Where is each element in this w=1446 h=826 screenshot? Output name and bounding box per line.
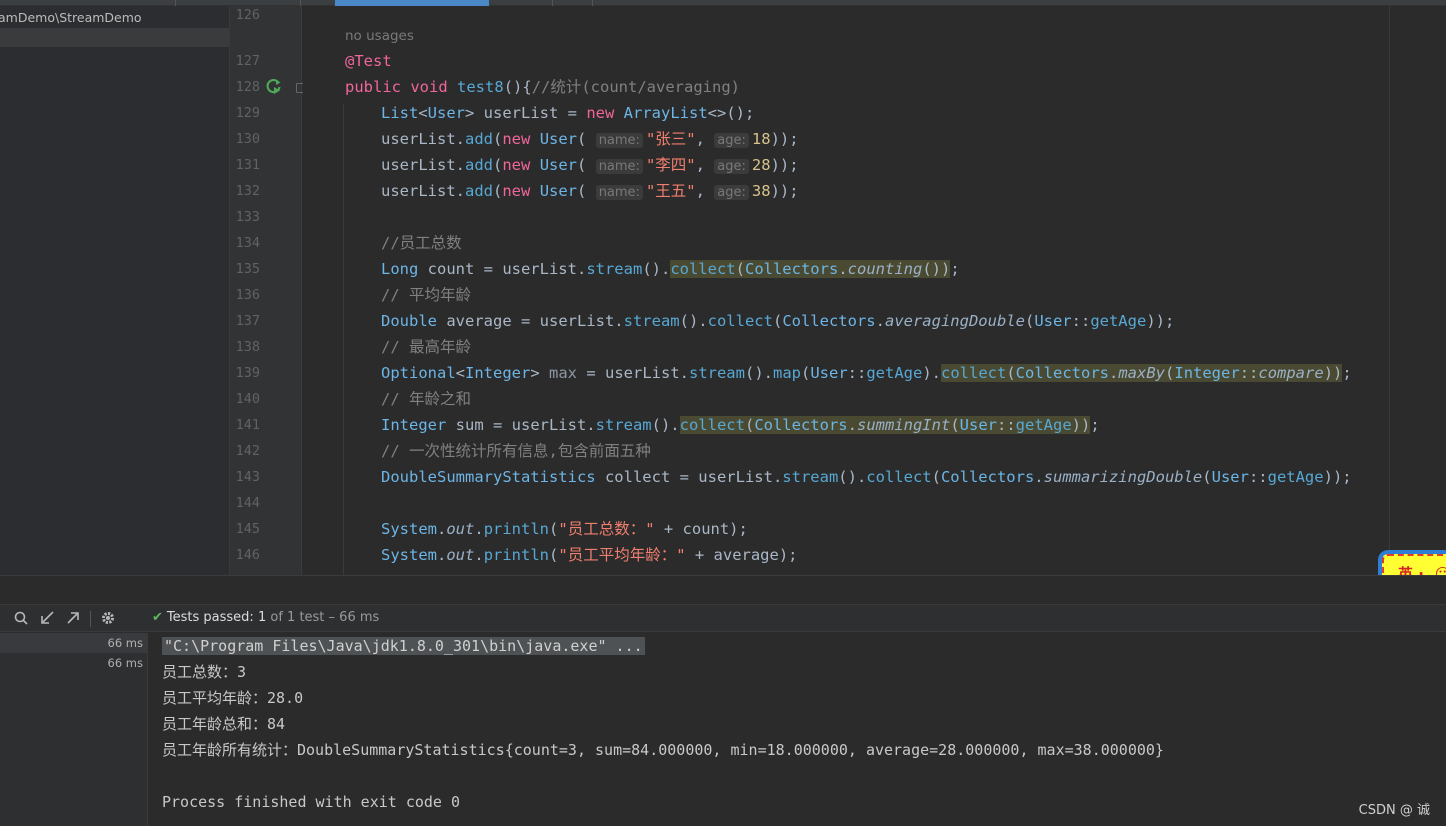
code-line-146: System.out.println("员工平均年龄：" + average);	[381, 546, 798, 564]
test-tree-row[interactable]: 66 ms	[0, 653, 147, 673]
right-margin-guide	[1389, 6, 1390, 575]
project-panel: amDemo\StreamDemo	[0, 6, 230, 575]
test-duration: 66 ms	[107, 636, 143, 650]
code-line-129: List<User> userList = new ArrayList<>();	[381, 104, 755, 122]
code-line-131: userList.add(new User( name: "李四", age: 28…	[381, 156, 799, 174]
code-editor[interactable]: no usages @Test public void test8(){//统计…	[303, 6, 1446, 575]
line-number[interactable]: 143	[230, 469, 260, 485]
code-line-136: // 平均年龄	[381, 286, 471, 304]
test-tree-row[interactable]: 66 ms	[0, 633, 147, 653]
param-hint-age: age:	[714, 133, 749, 148]
line-number[interactable]: 138	[230, 339, 260, 355]
code-line-145: System.out.println("员工总数：" + count);	[381, 520, 748, 538]
code-line-134: //员工总数	[381, 234, 462, 252]
code-line-132: userList.add(new User( name: "王五", age: 38…	[381, 182, 799, 200]
run-tool-window: ✔ Tests passed: 1 of 1 test – 66 ms 66 ms…	[0, 575, 1446, 826]
code-line-143: DoubleSummaryStatistics collect = userLi…	[381, 468, 1352, 486]
line-number[interactable]: 129	[230, 105, 260, 121]
line-number[interactable]: 136	[230, 287, 260, 303]
gear-icon[interactable]	[99, 610, 117, 628]
line-number[interactable]: 130	[230, 131, 260, 147]
line-number[interactable]: 132	[230, 183, 260, 199]
console-line: Process finished with exit code 0	[162, 793, 461, 811]
line-number[interactable]: 146	[230, 547, 260, 563]
import-tests-icon[interactable]	[38, 610, 56, 628]
line-number[interactable]: 140	[230, 391, 260, 407]
project-selected-row[interactable]	[0, 28, 229, 47]
console-line: 员工总数：3	[162, 663, 247, 681]
code-line-130: userList.add(new User( name: "张三", age: 18…	[381, 130, 799, 148]
search-icon[interactable]	[12, 610, 30, 628]
param-hint-name: name:	[595, 159, 643, 174]
code-line-141: Integer sum = userList.stream().collect(…	[381, 416, 1100, 434]
line-number[interactable]: 126	[230, 7, 260, 23]
code-line-135: Long count = userList.stream().collect(C…	[381, 260, 960, 278]
code-line-137: Double average = userList.stream().colle…	[381, 312, 1175, 330]
test-results-tree: 66 ms 66 ms	[0, 633, 148, 826]
line-number[interactable]: 134	[230, 235, 260, 251]
code-line-140: // 年龄之和	[381, 390, 471, 408]
line-number[interactable]: 144	[230, 495, 260, 511]
test-status: ✔ Tests passed: 1 of 1 test – 66 ms	[152, 610, 380, 625]
console-line: "C:\Program Files\Java\jdk1.8.0_301\bin\…	[162, 637, 645, 655]
run-test-icon[interactable]	[265, 78, 283, 96]
param-hint-age: age:	[714, 159, 749, 174]
line-number[interactable]: 133	[230, 209, 260, 225]
toolbar-separator	[90, 611, 91, 627]
line-number[interactable]: 137	[230, 313, 260, 329]
line-number[interactable]: 131	[230, 157, 260, 173]
indent-guide	[343, 104, 344, 575]
code-line-128: public void test8(){//统计(count/averaging…	[345, 78, 740, 96]
editor-gutter: 126 127 128 129 130 131 132 133 134 135 136 137 138 1…	[230, 6, 305, 575]
line-number[interactable]: 141	[230, 417, 260, 433]
line-number[interactable]: 127	[230, 53, 260, 69]
check-icon: ✔	[152, 610, 163, 625]
param-hint-name: name:	[595, 185, 643, 200]
line-number[interactable]: 128	[230, 79, 260, 95]
console-output[interactable]: "C:\Program Files\Java\jdk1.8.0_301\bin\…	[162, 633, 1442, 826]
test-duration: 66 ms	[107, 656, 143, 670]
console-line: 员工年龄所有统计：DoubleSummaryStatistics{count=3…	[162, 741, 1164, 759]
param-hint-age: age:	[714, 185, 749, 200]
console-line: 员工平均年龄：28.0	[162, 689, 304, 707]
run-toolbar: ✔ Tests passed: 1 of 1 test – 66 ms	[0, 604, 1446, 632]
param-hint-name: name:	[595, 133, 643, 148]
code-line-139: Optional<Integer> max = userList.stream(…	[381, 364, 1352, 382]
no-usages-hint[interactable]: no usages	[345, 25, 414, 47]
code-line-138: // 最高年龄	[381, 338, 471, 356]
line-number[interactable]: 135	[230, 261, 260, 277]
code-line-127: @Test	[345, 52, 392, 70]
watermark: CSDN @ 诚	[1358, 803, 1430, 818]
export-tests-icon[interactable]	[64, 610, 82, 628]
line-number[interactable]: 145	[230, 521, 260, 537]
line-number[interactable]: 139	[230, 365, 260, 381]
project-path[interactable]: amDemo\StreamDemo	[0, 10, 142, 25]
code-line-142: // 一次性统计所有信息,包含前面五种	[381, 442, 651, 460]
line-number[interactable]: 142	[230, 443, 260, 459]
console-line: 员工年龄总和：84	[162, 715, 286, 733]
